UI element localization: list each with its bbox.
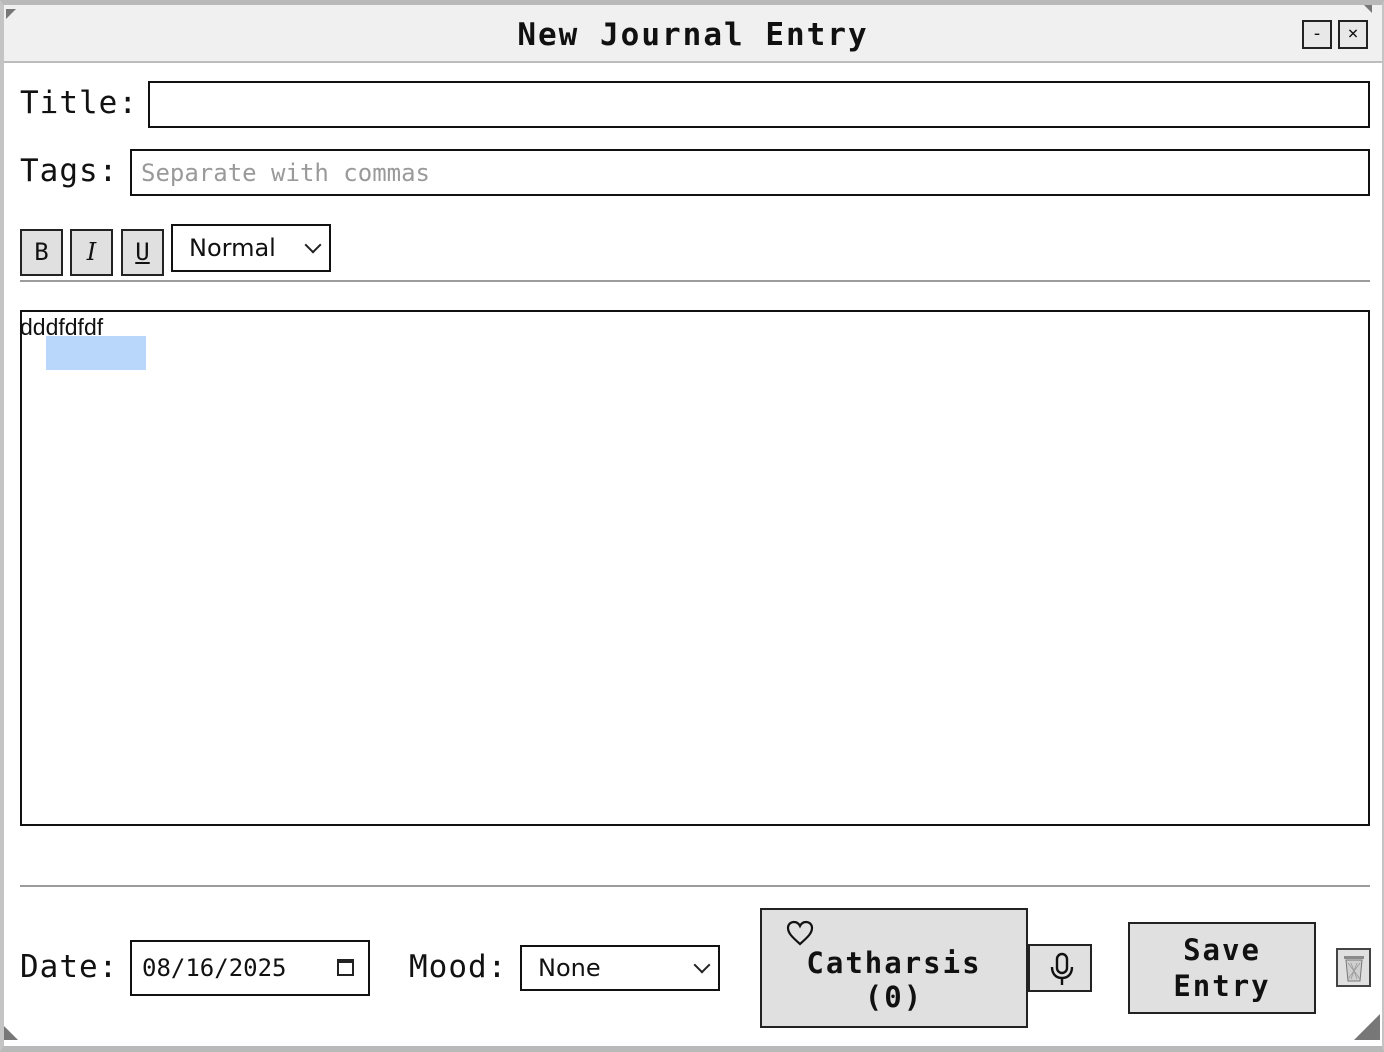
- trash-icon: [1344, 956, 1364, 982]
- title-label: Title:: [20, 85, 138, 121]
- catharsis-count: (0): [864, 980, 924, 1014]
- journal-editor[interactable]: dddfdfdf: [20, 310, 1370, 826]
- mood-label: Mood:: [409, 949, 508, 985]
- text-style-select[interactable]: Normal: [171, 224, 331, 272]
- underline-button[interactable]: U: [121, 229, 164, 276]
- save-text-line2: Entry: [1173, 969, 1271, 1003]
- mood-value: None: [538, 954, 601, 982]
- chevron-down-icon: [693, 956, 711, 974]
- tags-input[interactable]: [130, 149, 1370, 196]
- delete-entry-button[interactable]: [1336, 948, 1371, 987]
- resize-handle-bottom-left[interactable]: [4, 1026, 18, 1040]
- mood-select[interactable]: None: [520, 945, 720, 991]
- save-text-line1: Save: [1183, 933, 1261, 967]
- date-label: Date:: [20, 949, 119, 985]
- footer-divider: [20, 885, 1370, 887]
- tags-label: Tags:: [20, 153, 119, 189]
- bold-button[interactable]: B: [20, 229, 63, 276]
- heart-icon: [786, 920, 814, 946]
- resize-handle-top-left[interactable]: [6, 9, 16, 19]
- title-input[interactable]: [148, 81, 1370, 128]
- date-value: 08/16/2025: [142, 954, 287, 982]
- calendar-icon[interactable]: [337, 959, 354, 976]
- title-bar[interactable]: New Journal Entry - ×: [4, 5, 1382, 63]
- window-title: New Journal Entry: [517, 17, 869, 53]
- microphone-icon: [1050, 952, 1074, 985]
- save-entry-button[interactable]: Save Entry: [1128, 922, 1316, 1014]
- italic-button[interactable]: I: [70, 229, 113, 276]
- catharsis-label: Catharsis (0): [762, 946, 1026, 1014]
- chevron-down-icon: [304, 236, 322, 254]
- minimize-button[interactable]: -: [1302, 20, 1332, 49]
- date-input[interactable]: 08/16/2025: [130, 940, 370, 996]
- text-style-value: Normal: [189, 234, 276, 262]
- catharsis-button[interactable]: Catharsis (0): [760, 908, 1028, 1028]
- journal-window: New Journal Entry - × Title: Tags: B I U…: [0, 0, 1384, 1052]
- resize-handle-top-right[interactable]: [1364, 5, 1372, 13]
- toolbar-divider: [20, 280, 1370, 282]
- editor-content: dddfdfdf: [20, 314, 104, 340]
- text-selection-highlight: [46, 336, 146, 370]
- save-label: Save Entry: [1130, 932, 1314, 1004]
- voice-input-button[interactable]: [1028, 944, 1092, 992]
- close-button[interactable]: ×: [1338, 20, 1368, 49]
- resize-handle-bottom-right[interactable]: [1354, 1014, 1380, 1040]
- catharsis-text: Catharsis: [806, 946, 982, 980]
